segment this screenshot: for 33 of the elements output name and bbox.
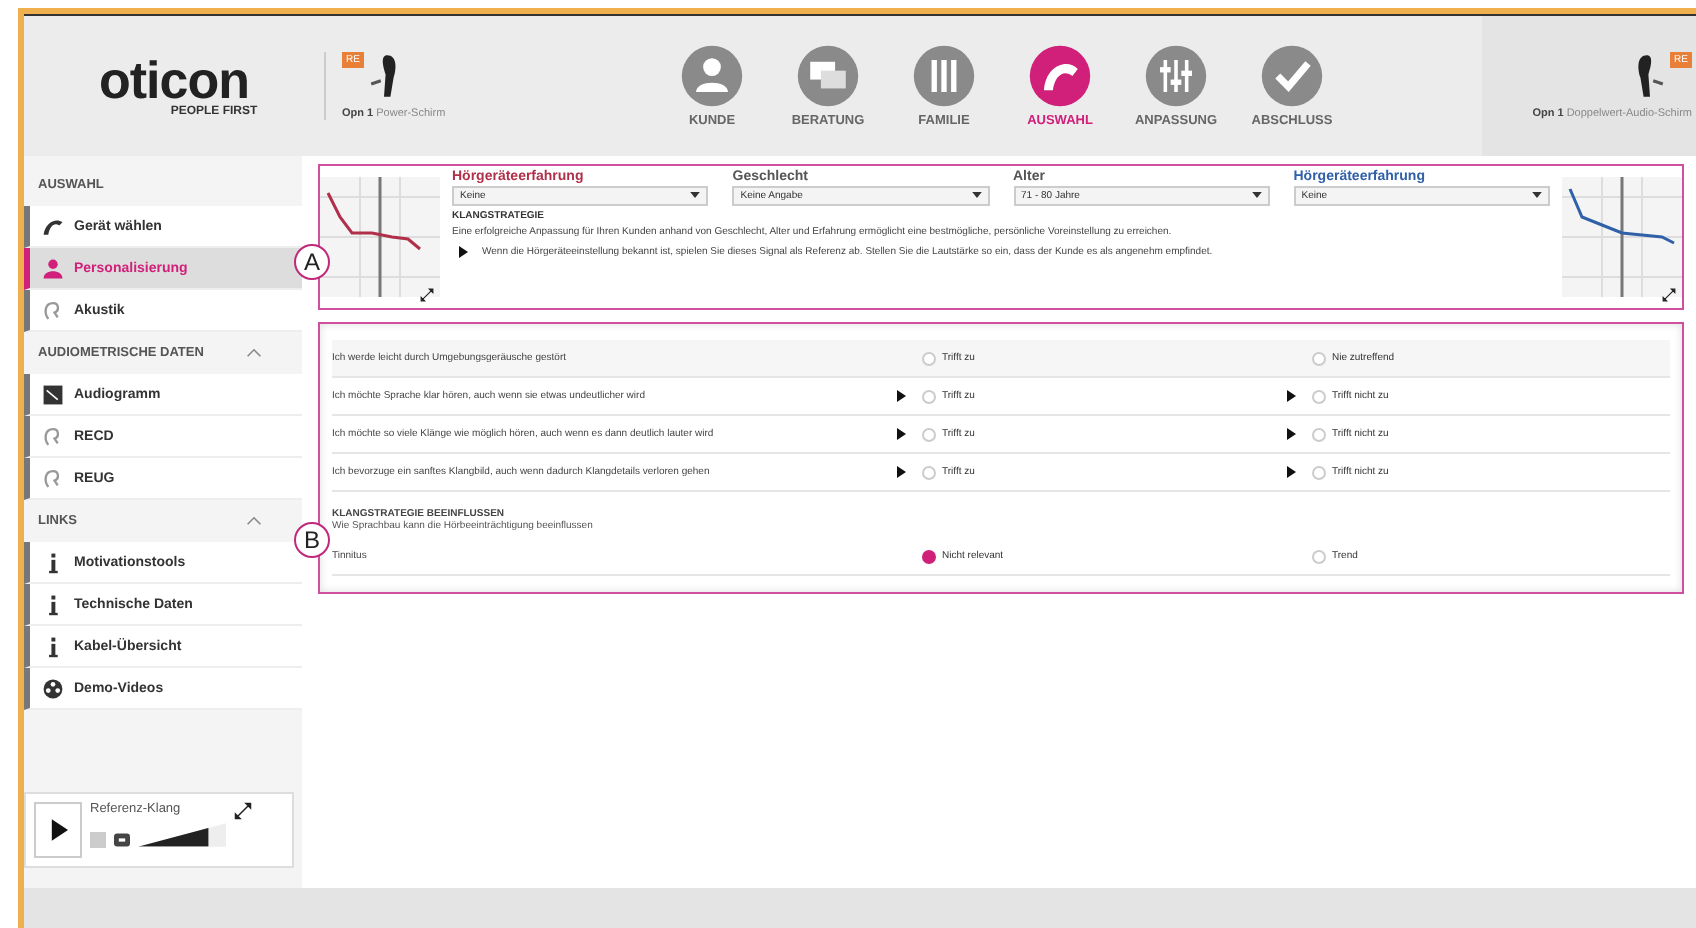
collapse-icon bbox=[246, 348, 262, 358]
chat-icon bbox=[796, 44, 860, 108]
caret-icon bbox=[1532, 192, 1542, 199]
collapse-icon bbox=[246, 516, 262, 526]
ear-icon bbox=[42, 299, 64, 321]
play-button[interactable] bbox=[34, 802, 82, 858]
play-icon bbox=[895, 428, 905, 440]
person-icon bbox=[680, 44, 744, 108]
expand-icon[interactable] bbox=[234, 802, 252, 820]
play-icon bbox=[457, 245, 467, 258]
caret-icon bbox=[690, 192, 701, 199]
check-icon bbox=[1260, 44, 1324, 108]
film-reel-icon bbox=[42, 677, 64, 699]
play-icon bbox=[1285, 466, 1295, 478]
play-icon bbox=[1285, 428, 1295, 440]
sliders-icon bbox=[1144, 44, 1208, 108]
expand-icon[interactable] bbox=[1662, 288, 1676, 302]
play-icon bbox=[895, 390, 905, 402]
ear-icon bbox=[42, 425, 64, 447]
audiogram-icon bbox=[42, 383, 64, 405]
loop-icon bbox=[114, 832, 130, 848]
play-icon bbox=[895, 466, 905, 478]
play-icon bbox=[49, 818, 67, 842]
ear-icon bbox=[42, 467, 64, 489]
caret-icon bbox=[1251, 192, 1262, 199]
caret-icon bbox=[971, 192, 981, 199]
expand-icon[interactable] bbox=[420, 288, 434, 302]
play-icon bbox=[1285, 390, 1295, 402]
person-icon bbox=[42, 257, 64, 279]
stop-icon bbox=[90, 832, 106, 848]
bars-icon bbox=[912, 44, 976, 108]
logo: oticon bbox=[99, 54, 249, 106]
loop-button[interactable] bbox=[114, 832, 130, 848]
